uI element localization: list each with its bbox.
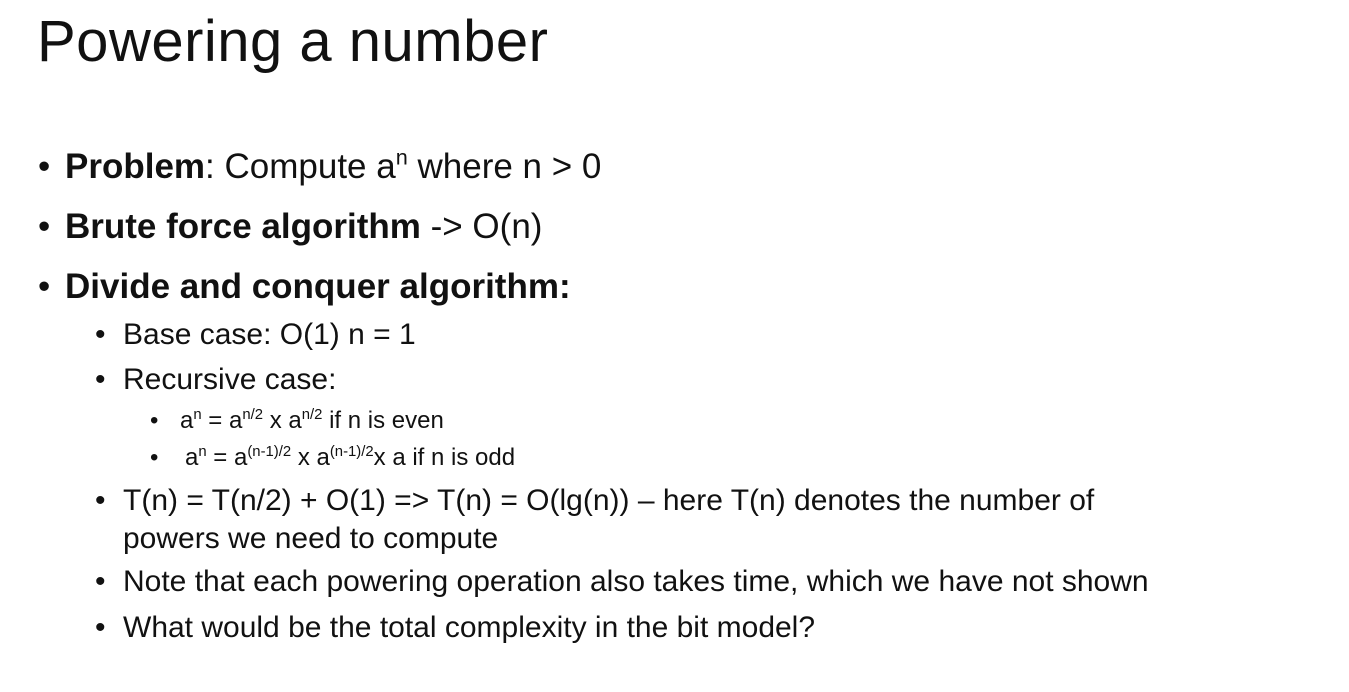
bullet-dot: • xyxy=(95,611,106,644)
even-s3: n/2 xyxy=(301,406,323,423)
problem-exponent: n xyxy=(395,144,408,170)
even-a1: a xyxy=(180,407,194,434)
bullet-dot: • xyxy=(95,484,106,517)
recurrence-continuation: powers we need to compute xyxy=(123,522,498,556)
bullet-brute-force: • Brute force algorithm -> O(n) xyxy=(38,207,542,247)
recurrence-line-1: T(n) = T(n/2) + O(1) => T(n) = O(lg(n)) … xyxy=(123,484,1095,517)
bullet-dot: • xyxy=(150,407,159,434)
bullet-dot: • xyxy=(38,147,51,186)
slide-title: Powering a number xyxy=(37,9,549,74)
brute-force-label: Brute force algorithm xyxy=(65,207,421,246)
bullet-dot: • xyxy=(95,363,106,396)
problem-text-b: where n > 0 xyxy=(407,147,602,186)
recursive-case-text: Recursive case: xyxy=(123,363,337,396)
odd-s3: (n-1)/2 xyxy=(329,443,374,460)
odd-s2: (n-1)/2 xyxy=(247,443,292,460)
odd-s1: n xyxy=(198,443,207,460)
odd-a2: = a xyxy=(206,444,248,471)
slide: Powering a number • Problem: Compute an … xyxy=(0,0,1349,692)
bullet-odd-case: • an = a(n-1)/2 x a(n-1)/2x a if n is od… xyxy=(150,444,515,472)
even-s1: n xyxy=(193,406,202,423)
divide-conquer-label: Divide and conquer algorithm: xyxy=(65,267,571,306)
bullet-dot: • xyxy=(95,565,106,598)
even-s2: n/2 xyxy=(242,406,264,423)
even-a3: x a xyxy=(263,407,302,434)
problem-text-a: : Compute a xyxy=(205,147,396,186)
odd-a3: x a xyxy=(291,444,330,471)
bullet-even-case: • an = an/2 x an/2 if n is even xyxy=(150,407,444,435)
recurrence-line-2: powers we need to compute xyxy=(123,522,499,555)
problem-label: Problem xyxy=(65,147,206,186)
bullet-question: • What would be the total complexity in … xyxy=(95,611,815,645)
bullet-dot: • xyxy=(38,267,51,306)
bullet-base-case: • Base case: O(1) n = 1 xyxy=(95,318,416,352)
bullet-recursive-case: • Recursive case: xyxy=(95,363,336,397)
bullet-divide-conquer: • Divide and conquer algorithm: xyxy=(38,267,571,307)
odd-a1: a xyxy=(185,444,199,471)
question-text: What would be the total complexity in th… xyxy=(123,611,816,644)
even-a4: if n is even xyxy=(322,407,444,434)
odd-a4: x a if n is odd xyxy=(373,444,516,471)
even-a2: = a xyxy=(201,407,243,434)
brute-force-text: -> O(n) xyxy=(420,207,543,246)
bullet-note: • Note that each powering operation also… xyxy=(95,565,1149,599)
bullet-dot: • xyxy=(38,207,51,246)
bullet-recurrence: • T(n) = T(n/2) + O(1) => T(n) = O(lg(n)… xyxy=(95,484,1094,518)
bullet-dot: • xyxy=(150,444,159,471)
bullet-problem: • Problem: Compute an where n > 0 xyxy=(38,146,601,187)
base-case-text: Base case: O(1) n = 1 xyxy=(123,318,416,351)
bullet-dot: • xyxy=(95,318,106,351)
note-text: Note that each powering operation also t… xyxy=(123,565,1149,598)
